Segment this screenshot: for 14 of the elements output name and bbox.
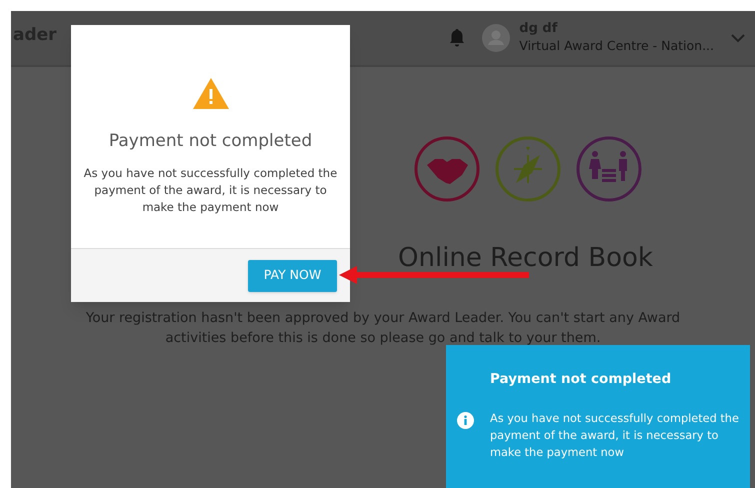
dialog-title: Payment not completed <box>108 130 312 153</box>
user-avatar-icon <box>482 24 510 52</box>
toast-title: Payment not completed <box>490 370 672 389</box>
toast-message: As you have not successfully completed the payment of the award, it is necessary to make the payment now <box>490 411 740 462</box>
people-wall-icon <box>574 135 642 203</box>
bell-icon <box>449 28 466 48</box>
info-icon <box>457 412 474 430</box>
chevron-down-icon[interactable] <box>731 34 745 42</box>
warning-icon <box>192 78 228 109</box>
registration-message: Your registration hasn't been approved by your Award Leader. You can't start any Award activities before this is done so please go and talk to your them. <box>84 309 682 348</box>
pay-now-button[interactable]: PAY NOW <box>248 260 337 292</box>
compass-icon <box>494 135 562 203</box>
dialog-message: As you have not successfully completed the payment of the award, it is necessary to make the payment now <box>82 164 338 216</box>
page-title: Online Record Book <box>398 242 653 275</box>
